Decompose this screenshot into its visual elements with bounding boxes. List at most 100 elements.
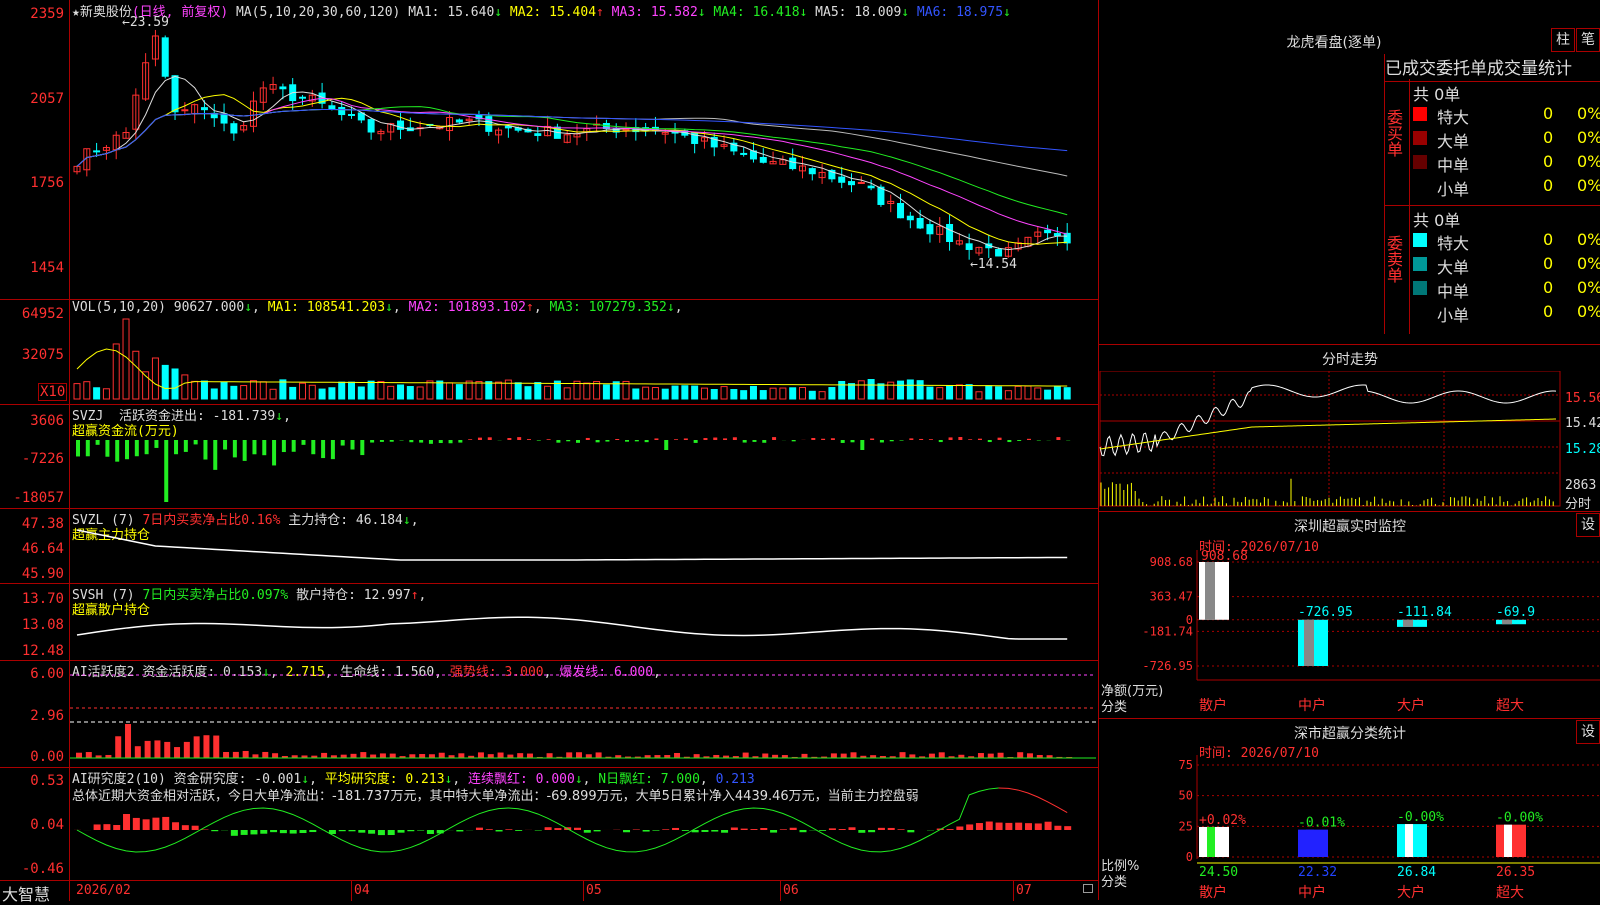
activity-bar [439,753,445,758]
svzj-bar [449,440,453,443]
monitor-settings-button[interactable]: 设 [1576,513,1600,537]
classify-bar-accent [1306,830,1314,857]
research-bar [172,822,179,830]
research-bar [721,830,728,833]
svzj-bar [252,440,256,454]
volume-bar [790,388,796,399]
buy-total: 共 0单 [1413,81,1460,105]
ai-activity-chart[interactable] [70,674,1096,766]
volume-bar [1025,386,1031,399]
lhb-row-pct: 0% [1577,230,1600,249]
research-bar [731,827,738,830]
svzj-bar [409,440,413,442]
y-tick: -726.95 [1142,659,1193,673]
classify-cat: 散户 [1199,884,1227,900]
volume-bar [466,381,472,399]
research-bar [1064,826,1071,830]
activity-bar [223,752,229,758]
research-bar [858,830,865,833]
volume-bar [417,387,423,399]
volume-bar [241,386,247,399]
classify-title: 深市超赢分类统计 [1099,723,1600,743]
activity-bar [409,754,415,758]
dragon-tiger-panel: 龙虎看盘(逐单) 柱 笔 已成交委托单成交量统计 委买单 共 0单 特大00%大… [1098,0,1600,345]
price-high: 15.56 [1565,391,1600,406]
svzl-panel[interactable]: 47.38 46.64 45.90 SVZL (7) 7日内买卖净占比0.16%… [0,508,1098,584]
volume-bar [652,388,658,399]
bar-view-button[interactable]: 柱 [1551,28,1575,52]
kline-candle [339,107,345,114]
research-bar [270,830,277,832]
research-bar [545,827,552,830]
svzj-bar [370,440,374,443]
svsh-chart[interactable] [70,597,1096,659]
svzj-bar [723,438,727,440]
volume-bar [594,382,600,399]
svzj-bar [429,440,433,444]
activity-bar [566,752,572,758]
svzj-bar [527,439,531,440]
activity-bar [478,752,484,758]
volume-panel[interactable]: 64952 32075 X10 VOL(5,10,20) 90627.000↓,… [0,299,1098,405]
ai-activity-panel[interactable]: 6.00 2.96 0.00 AI活跃度2 资金活跃度: 0.153↓, 2.7… [0,660,1098,768]
volume-bar [584,383,590,399]
monitor-cat: 大户 [1397,697,1425,714]
lhb-title: 龙虎看盘(逐单) [1099,32,1569,52]
research-bar [819,830,826,831]
svzj-chart[interactable] [70,418,1096,506]
volume-bar [839,381,845,399]
classify-cat: 超大 [1496,885,1524,900]
volume-bar [986,386,992,399]
volume-bar [1045,390,1051,399]
x-tick: 06 [783,883,799,898]
svzj-bar [929,439,933,440]
research-bar [309,830,316,832]
classify-settings-button[interactable]: 设 [1576,720,1600,744]
volume-bar [368,381,374,399]
svzj-bar [380,440,384,442]
svzj-panel[interactable]: 3606 -7226 -18057 SVZJ 活跃资金进出: -181.739↓… [0,404,1098,509]
volume-bar [672,386,678,399]
research-bar [701,830,708,832]
svzj-bar [517,437,521,440]
svzj-bar [184,440,188,452]
ai-research-panel[interactable]: 0.53 0.04 -0.46 AI研究度2(10) 资金研究度: -0.001… [0,767,1098,881]
volume-bar [1064,388,1070,399]
svzj-bar [351,440,355,450]
volume-bar [878,384,884,399]
volume-bar [290,387,296,399]
svzj-bar [262,440,266,455]
lhb-row-name: 中单 [1437,152,1469,176]
svzl-chart[interactable] [70,522,1096,582]
activity-bar [517,753,523,758]
activity-bar [154,740,160,758]
intraday-chart[interactable] [1099,371,1600,511]
kline-chart[interactable]: ←23.59←14.54 [70,14,1096,296]
y-tick: 2359 [0,6,64,22]
volume-bar [221,382,227,399]
svzj-bar [988,440,992,442]
svzj-bar [360,440,364,455]
intraday-panel[interactable]: 分时走势 15.56 15.42 15.28 2863 分时 [1098,345,1600,512]
lock-icon[interactable] [1083,884,1093,893]
volume-bar [966,385,972,399]
color-swatch [1413,281,1427,295]
activity-bar [596,752,602,758]
kline-candle [898,204,904,218]
candlestick-panel[interactable]: 2359 2057 1756 1454 ★新奥股份(日线, 前复权) MA(5,… [0,0,1098,300]
svzj-bar [615,439,619,440]
research-bar [849,827,856,830]
volume-bar [192,381,198,399]
research-bar [760,828,767,830]
research-bar [358,830,365,833]
ai-research-chart[interactable] [70,781,1096,879]
volume-chart[interactable] [70,313,1096,403]
monitor-cat: 中户 [1298,697,1326,714]
lhb-subtitle: 已成交委托单成交量统计 [1384,54,1600,82]
tick-view-button[interactable]: 笔 [1576,28,1600,52]
monitor-bar-label: 908.68 [1201,550,1248,564]
sz-monitor-panel: 深圳超赢实时监控 设 时间: 2026/07/10 908.68363.470-… [1098,512,1600,719]
y-tick: 1454 [0,260,64,276]
svsh-panel[interactable]: 13.70 13.08 12.48 SVSH (7) 7日内买卖净占比0.097… [0,583,1098,661]
x-axis: 大智慧 2026/02 04 05 06 07 [0,880,1098,901]
